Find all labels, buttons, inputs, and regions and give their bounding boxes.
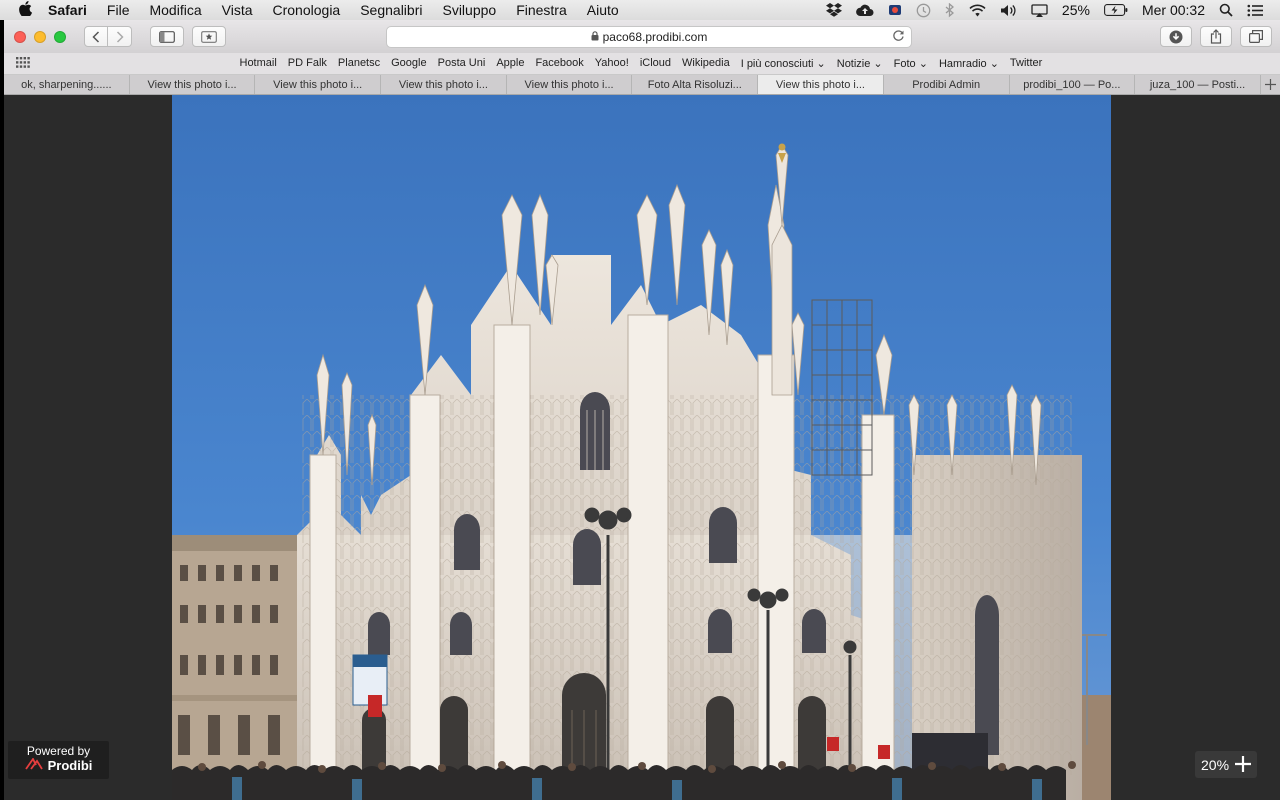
clock[interactable]: Mer 00:32 (1135, 2, 1212, 18)
zoom-in-icon[interactable] (1235, 755, 1251, 775)
powered-by-label: Powered by (26, 744, 91, 758)
back-button[interactable] (84, 26, 108, 47)
menu-finestra[interactable]: Finestra (506, 2, 577, 18)
airplay-icon[interactable] (1024, 3, 1055, 17)
safari-toolbar: paco68.prodibi.com (4, 20, 1280, 53)
bookmark-item[interactable]: Hotmail (234, 57, 282, 70)
safari-window: paco68.prodibi.com Hotmail PD Falk Planets… (4, 20, 1280, 800)
battery-percent: 25% (1061, 2, 1090, 18)
window-controls (14, 30, 66, 43)
share-button[interactable] (1200, 26, 1232, 47)
battery-charging-icon[interactable] (1097, 4, 1135, 16)
star-icon (201, 30, 217, 43)
menu-vista[interactable]: Vista (212, 2, 263, 18)
address-bar[interactable]: paco68.prodibi.com (386, 26, 912, 48)
bookmark-item[interactable]: PD Falk (282, 57, 332, 70)
wifi-icon[interactable] (962, 4, 993, 17)
spotlight-search-icon[interactable] (1212, 3, 1240, 17)
tab[interactable]: juza_100 — Posti... (1135, 75, 1261, 94)
new-tab-button[interactable] (1261, 75, 1280, 94)
bookmark-item[interactable]: Yahoo! (589, 57, 634, 70)
show-all-tabs-button[interactable] (1240, 26, 1272, 47)
bookmark-item[interactable]: Posta Uni (432, 57, 491, 70)
tab[interactable]: View this photo i... (130, 75, 256, 94)
address-url: paco68.prodibi.com (602, 30, 708, 44)
tab[interactable]: View this photo i... (507, 75, 633, 94)
bookmark-item[interactable]: Hamradio ⌄ (933, 57, 1004, 70)
close-window-button[interactable] (14, 30, 26, 43)
notification-center-icon[interactable] (1240, 4, 1270, 17)
tab-active[interactable]: View this photo i... (758, 75, 884, 94)
history-nav (84, 26, 132, 47)
menu-app-safari[interactable]: Safari (36, 2, 97, 18)
cloud-upload-icon[interactable] (849, 4, 881, 17)
volume-icon[interactable] (993, 4, 1024, 17)
tab[interactable]: prodibi_100 — Po... (1010, 75, 1136, 94)
downloads-button[interactable] (1160, 26, 1192, 47)
sidebar-toggle-button[interactable] (150, 26, 184, 47)
chevron-right-icon (116, 30, 124, 43)
bookmark-item[interactable]: Apple (491, 57, 530, 70)
share-icon (1210, 29, 1222, 44)
favorites-bar: Hotmail PD Falk Planetsc Google Posta Uni App… (4, 53, 1280, 75)
bookmark-item[interactable]: Notizie ⌄ (831, 57, 888, 70)
plus-icon (1264, 79, 1276, 90)
reload-icon[interactable] (892, 29, 905, 45)
bookmark-item[interactable]: iCloud (634, 57, 676, 70)
sidebar-icon (159, 30, 175, 43)
lock-icon (591, 30, 599, 44)
macos-menubar: Safari File Modifica Vista Cronologia Se… (0, 0, 1280, 20)
bookmark-item[interactable]: Planetsc (332, 57, 385, 70)
tab[interactable]: View this photo i... (381, 75, 507, 94)
photo-viewer: Powered by Prodibi 20% (4, 95, 1280, 800)
app-status-icon[interactable] (881, 3, 909, 17)
bluetooth-icon[interactable] (938, 2, 962, 18)
bookmark-item[interactable]: I più conosciuti ⌄ (735, 57, 831, 70)
bookmarks-list: Hotmail PD Falk Planetsc Google Posta Uni App… (234, 57, 1048, 70)
tab[interactable]: Foto Alta Risoluzi... (632, 75, 759, 94)
cathedral-photo[interactable] (172, 95, 1111, 800)
time-machine-icon[interactable] (909, 3, 938, 18)
menu-sviluppo[interactable]: Sviluppo (432, 2, 506, 18)
grid-apps-icon[interactable] (16, 56, 30, 71)
tab[interactable]: ok, sharpening...... (4, 75, 130, 94)
tab[interactable]: Prodibi Admin (884, 75, 1010, 94)
tabs-overview-icon (1249, 30, 1263, 43)
prodibi-logo-icon (24, 757, 43, 773)
chevron-left-icon (92, 30, 100, 43)
prodibi-watermark[interactable]: Powered by Prodibi (8, 741, 109, 779)
zoom-level: 20% (1201, 756, 1230, 773)
bookmark-item[interactable]: Foto ⌄ (888, 57, 933, 70)
bookmark-item[interactable]: Twitter (1004, 57, 1047, 70)
tab-bar: ok, sharpening...... View this photo i...… (4, 75, 1280, 95)
prodibi-brand-label: Prodibi (47, 758, 93, 773)
bookmark-item[interactable]: Wikipedia (677, 57, 736, 70)
menu-file[interactable]: File (97, 2, 140, 18)
top-sites-button[interactable] (192, 26, 226, 47)
duomo-di-milano-image (172, 95, 1111, 800)
menu-aiuto[interactable]: Aiuto (577, 2, 629, 18)
menu-segnalibri[interactable]: Segnalibri (350, 2, 432, 18)
menu-cronologia[interactable]: Cronologia (263, 2, 351, 18)
apple-menu-icon[interactable] (14, 1, 36, 19)
menu-modifica[interactable]: Modifica (139, 2, 211, 18)
dropbox-icon[interactable] (819, 3, 849, 17)
download-icon (1169, 30, 1183, 43)
prodibi-brand: Prodibi (8, 757, 109, 773)
minimize-window-button[interactable] (34, 30, 46, 43)
zoom-control[interactable]: 20% (1195, 751, 1257, 778)
tab[interactable]: View this photo i... (255, 75, 382, 94)
bookmark-item[interactable]: Facebook (530, 57, 589, 70)
forward-button[interactable] (108, 26, 132, 47)
fullscreen-window-button[interactable] (54, 30, 66, 43)
bookmark-item[interactable]: Google (386, 57, 432, 70)
